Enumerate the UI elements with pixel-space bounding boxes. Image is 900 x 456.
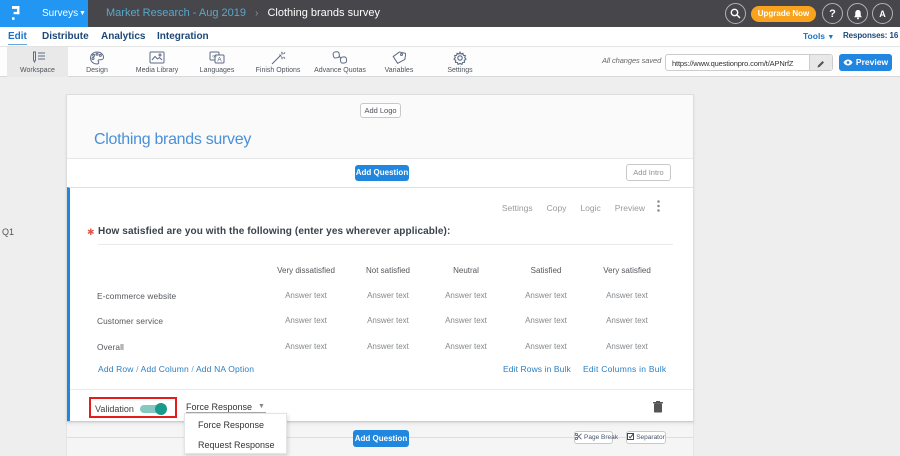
svg-text:∞: ∞	[212, 54, 216, 60]
svg-text:A: A	[217, 57, 222, 64]
